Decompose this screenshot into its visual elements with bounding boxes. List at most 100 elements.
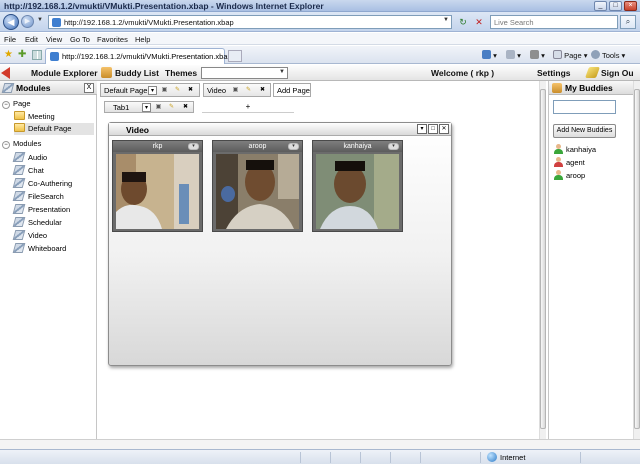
buddy-aroop[interactable]: aroop [553, 170, 585, 182]
chevron-down-icon[interactable]: ▾ [188, 143, 199, 150]
subtab-tab1[interactable]: Tab1 ▾ ▣ ✎ ✖ [104, 101, 194, 113]
close-window-button[interactable]: × [624, 1, 637, 11]
module-icon [12, 178, 26, 188]
tab-dropdown-icon[interactable]: ▾ [148, 86, 157, 95]
address-bar[interactable]: http://192.168.1.2/vmukti/VMukti.Present… [48, 15, 452, 29]
chevron-down-icon[interactable]: ▾ [288, 143, 299, 150]
save-icon[interactable]: ▣ [231, 86, 240, 95]
tab-add-page[interactable]: Add Page [273, 83, 311, 97]
tab-video[interactable]: Video ▣ ✎ ✖ [203, 83, 271, 97]
add-new-buddies-button[interactable]: Add New Buddies [553, 124, 616, 138]
close-modules-panel-button[interactable]: X [84, 83, 94, 93]
buddy-search-input[interactable] [553, 100, 616, 114]
module-item-schedular[interactable]: Schedular [12, 217, 62, 229]
search-input[interactable]: Live Search [490, 15, 618, 29]
save-icon[interactable]: ▣ [160, 86, 169, 95]
tab-favicon-icon [50, 52, 59, 61]
buddies-panel: My Buddies Add New Buddies kanhaiya agen… [548, 81, 640, 439]
quick-tabs-icon[interactable] [32, 50, 42, 60]
collapse-toggle-icon[interactable]: − [2, 141, 10, 149]
module-item-whiteboard[interactable]: Whiteboard [12, 243, 66, 255]
print-button[interactable]: ▾ [530, 50, 545, 60]
module-icon [12, 191, 26, 201]
page-item-meeting[interactable]: Meeting [14, 111, 55, 123]
module-icon [12, 165, 26, 175]
new-tab-button[interactable] [228, 50, 242, 62]
buddies-vertical-scrollbar[interactable] [633, 81, 640, 439]
minimize-button[interactable]: _ [594, 1, 607, 11]
menu-bar: File Edit View Go To Favorites Help [0, 33, 640, 45]
video-feed-rkp: rkp ▾ [112, 140, 203, 232]
app-header: Module Explorer Buddy List Themes ▼ Welc… [0, 65, 640, 81]
themes-select[interactable]: ▼ [201, 67, 288, 79]
module-item-filesearch[interactable]: FileSearch [12, 191, 64, 203]
settings-button[interactable]: Settings [537, 68, 571, 78]
browser-tab[interactable]: http://192.168.1.2/vmukti/VMukti.Present… [45, 48, 232, 64]
sign-out-button[interactable]: Sign Ou [601, 68, 634, 78]
menu-file[interactable]: File [4, 35, 16, 44]
buddies-icon [552, 83, 562, 93]
home-button[interactable]: ▾ [482, 50, 497, 60]
address-dropdown-icon[interactable]: ▼ [443, 17, 449, 23]
page-group[interactable]: − Page [2, 99, 31, 111]
buddy-agent[interactable]: agent [553, 157, 585, 169]
webcam-image [316, 154, 399, 229]
module-item-audio[interactable]: Audio [12, 152, 47, 164]
sign-out-icon [584, 67, 601, 78]
tab-default-page[interactable]: Default Page ▾ ▣ ✎ ✖ [100, 83, 200, 97]
buddy-kanhaiya[interactable]: kanhaiya [553, 144, 596, 156]
address-url[interactable]: http://192.168.1.2/vmukti/VMukti.Present… [64, 18, 234, 27]
page-icon [553, 50, 562, 59]
edit-icon[interactable]: ✎ [244, 86, 253, 95]
modules-panel: Modules X − Page Meeting Default Page − Mo… [0, 81, 97, 439]
maximize-icon[interactable]: □ [428, 124, 438, 134]
chevron-down-icon[interactable]: ▾ [388, 143, 399, 150]
maximize-button[interactable]: □ [609, 1, 622, 11]
page-menu[interactable]: Page ▾ [553, 50, 587, 60]
close-icon[interactable]: ✕ [439, 124, 449, 134]
recent-pages-dropdown[interactable]: ▼ [37, 17, 43, 23]
modules-panel-header: Modules X [0, 81, 97, 95]
buddy-list-button[interactable]: Buddy List [115, 68, 159, 78]
add-favorites-icon[interactable]: ✚ [18, 49, 26, 60]
favorites-star-icon[interactable]: ★ [4, 49, 13, 60]
close-tab-icon[interactable]: ✖ [181, 103, 190, 112]
collapse-toggle-icon[interactable]: − [2, 101, 10, 109]
forward-button[interactable]: ▶ [21, 15, 34, 28]
module-item-co-authering[interactable]: Co-Authering [12, 178, 72, 190]
module-icon [12, 217, 26, 227]
feeds-button[interactable]: ▾ [506, 50, 521, 60]
user-online-icon [553, 144, 563, 154]
menu-help[interactable]: Help [135, 35, 150, 44]
chevron-down-icon[interactable]: ▾ [417, 124, 427, 134]
buddies-panel-header: My Buddies [549, 81, 640, 95]
add-tab-button[interactable]: + [202, 101, 294, 113]
module-item-chat[interactable]: Chat [12, 165, 44, 177]
edit-icon[interactable]: ✎ [173, 86, 182, 95]
folder-icon [14, 111, 25, 120]
webcam-image [116, 154, 199, 229]
close-tab-icon[interactable]: ✖ [258, 86, 267, 95]
workspace-vertical-scrollbar[interactable] [539, 81, 546, 439]
tab-dropdown-icon[interactable]: ▾ [142, 103, 151, 112]
menu-go-to[interactable]: Go To [70, 35, 90, 44]
save-icon[interactable]: ▣ [154, 103, 163, 112]
edit-icon[interactable]: ✎ [167, 103, 176, 112]
stop-button[interactable]: ✕ [472, 15, 486, 29]
module-explorer-button[interactable]: Module Explorer [31, 68, 98, 78]
back-button[interactable]: ◀ [3, 14, 19, 30]
page-item-default-page[interactable]: Default Page [14, 123, 94, 135]
menu-edit[interactable]: Edit [25, 35, 38, 44]
video-window-titlebar[interactable]: Video ▾ □ ✕ [109, 123, 451, 136]
search-button[interactable]: ⌕ [620, 15, 636, 29]
module-item-video[interactable]: Video [12, 230, 47, 242]
module-item-presentation[interactable]: Presentation [12, 204, 70, 216]
close-tab-icon[interactable]: ✖ [186, 86, 195, 95]
tools-menu[interactable]: Tools ▾ [591, 50, 625, 60]
menu-view[interactable]: View [46, 35, 62, 44]
refresh-button[interactable]: ↻ [456, 15, 470, 29]
module-icon [12, 243, 26, 253]
workspace-horizontal-scrollbar[interactable] [0, 439, 640, 449]
menu-favorites[interactable]: Favorites [97, 35, 128, 44]
modules-group[interactable]: − Modules [2, 139, 41, 151]
